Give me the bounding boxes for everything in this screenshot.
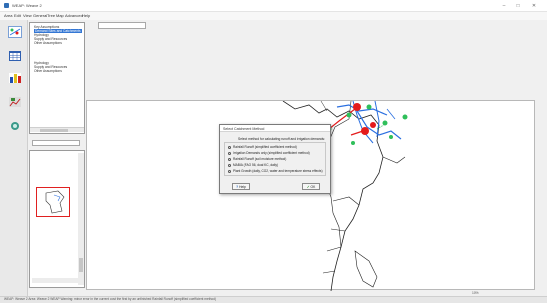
help-button-label: Help — [239, 184, 246, 189]
menu-view[interactable]: View — [23, 13, 32, 18]
overview-map[interactable] — [29, 150, 85, 288]
question-icon: ? — [236, 184, 239, 189]
radio-selected-icon[interactable] — [228, 145, 231, 149]
dialog-title: Select Catchment Method — [223, 127, 265, 131]
radio-icon[interactable] — [228, 169, 231, 173]
option-rainfall-runoff-simplified[interactable]: Rainfall Runoff (simplified coefficient … — [228, 145, 297, 150]
option-label: Rainfall Runoff (soil moisture method) — [233, 157, 287, 162]
menu-advanced[interactable]: Advanced — [65, 13, 83, 18]
data-icon[interactable] — [8, 50, 22, 62]
data-tree[interactable]: Key Assumptions Demand Sites and Catchme… — [29, 22, 85, 134]
branch-selector[interactable] — [98, 22, 146, 29]
check-icon: ✓ — [306, 184, 310, 189]
preview-field[interactable] — [32, 140, 80, 146]
results-icon[interactable] — [8, 72, 22, 84]
scrollbar-thumb[interactable] — [40, 129, 68, 132]
ok-button[interactable]: ✓ OK — [302, 183, 320, 190]
option-label: Plant Growth (daily, CO2, water and temp… — [233, 169, 323, 174]
tree-horizontal-scrollbar[interactable] — [30, 127, 84, 132]
tree-item-other-assumptions[interactable]: Other Assumptions — [34, 69, 62, 73]
notes-icon[interactable] — [8, 120, 22, 132]
option-label: MABIA (FAO 56, dual KC, daily) — [233, 163, 278, 168]
radio-icon[interactable] — [228, 163, 231, 167]
menu-area[interactable]: Area — [4, 13, 12, 18]
ok-button-label: OK — [310, 184, 316, 189]
preview-vertical-scrollbar[interactable] — [78, 153, 84, 285]
tree-item-other-assumptions[interactable]: Other Assumptions — [34, 41, 62, 45]
method-options-group: Rainfall Runoff (simplified coefficient … — [224, 142, 326, 176]
menu-help[interactable]: Help — [82, 13, 90, 18]
dialog-prompt: Select method for calculating runoff and… — [238, 137, 325, 141]
zoom-readout: 10% — [472, 291, 479, 295]
menu-tree[interactable]: Tree — [47, 13, 55, 18]
radio-icon[interactable] — [228, 151, 231, 155]
schematic-icon[interactable] — [8, 26, 22, 38]
overview-viewport-frame[interactable] — [36, 187, 70, 217]
app-icon — [4, 3, 9, 8]
radio-icon[interactable] — [228, 157, 231, 161]
scrollbar-thumb[interactable] — [79, 258, 83, 272]
option-soil-moisture[interactable]: Rainfall Runoff (soil moisture method) — [228, 157, 286, 162]
option-label: Irrigation Demands only (simplified coef… — [233, 151, 310, 156]
select-catchment-method-dialog: Select Catchment Method Select method fo… — [219, 124, 331, 194]
menu-general[interactable]: General — [33, 13, 47, 18]
option-plant-growth[interactable]: Plant Growth (daily, CO2, water and temp… — [228, 169, 323, 174]
maximize-button[interactable]: □ — [512, 2, 524, 10]
preview-horizontal-scrollbar[interactable] — [32, 278, 78, 283]
title-bar — [0, 0, 547, 12]
window-title: WEAP: Weave 2 — [12, 3, 42, 8]
option-mabia[interactable]: MABIA (FAO 56, dual KC, daily) — [228, 163, 278, 168]
help-button[interactable]: ? Help — [232, 183, 250, 190]
option-irrigation-demands-only[interactable]: Irrigation Demands only (simplified coef… — [228, 151, 310, 156]
minimize-button[interactable]: – — [498, 2, 510, 10]
close-button[interactable]: ✕ — [528, 2, 540, 10]
menu-map[interactable]: Map — [56, 13, 64, 18]
status-text: WEAP: Weave 2 Area: Weave 2 WEAP Warning… — [4, 297, 217, 301]
scenario-explorer-icon[interactable] — [8, 96, 22, 108]
menu-edit[interactable]: Edit — [14, 13, 21, 18]
option-label: Rainfall Runoff (simplified coefficient … — [233, 145, 297, 150]
